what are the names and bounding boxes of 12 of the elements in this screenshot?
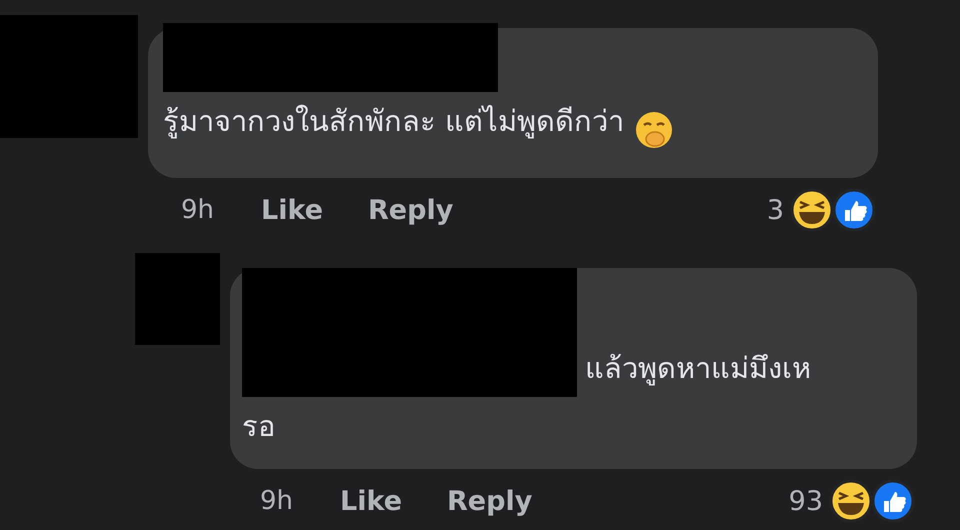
comment-text: แล้วพูดหาแม่มึงเห [585, 350, 811, 388]
action-link[interactable]: Reply [447, 486, 532, 516]
emoji-icon [634, 110, 674, 150]
reaction-count: 3 [766, 194, 784, 226]
reaction-count: 93 [788, 486, 823, 516]
action-link[interactable]: Like [340, 486, 402, 516]
comment-text: รู้มาจากวงในสักพักละ แต่ไม่พูดดีกว่า [163, 103, 624, 140]
comment-text: รอ [242, 408, 275, 445]
action-link[interactable]: Like [261, 194, 324, 226]
comment-time: 9h [260, 486, 294, 516]
action-link[interactable]: Reply [368, 194, 454, 226]
comment-time: 9h [181, 195, 216, 225]
